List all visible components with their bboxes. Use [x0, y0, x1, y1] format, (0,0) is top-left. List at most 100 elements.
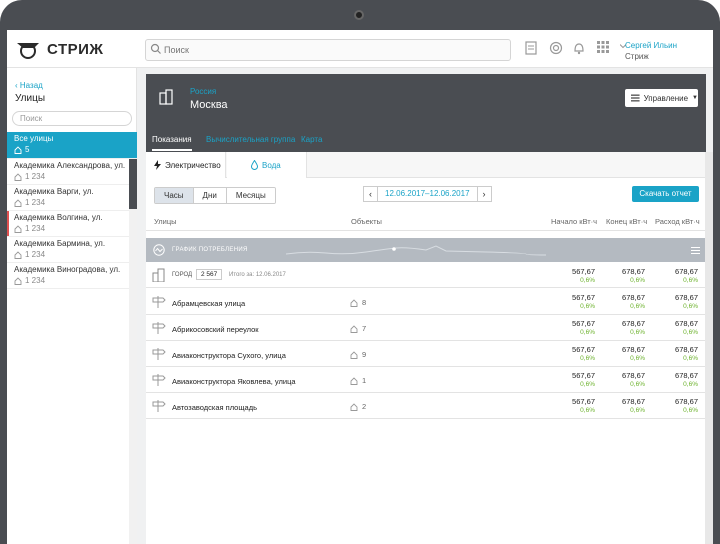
app-screen: СТРИЖ Сергей Ильин Стриж ‹ Назад Улицы П… — [7, 30, 713, 544]
caret-down-icon: ▼ — [692, 95, 698, 101]
row-start-cell: 567,67 0,6% — [555, 397, 595, 415]
sidebar-item-street[interactable]: Академика Варги, ул. 1 234 — [7, 185, 137, 211]
sidebar-item-label: Академика Волгина, ул. — [14, 213, 103, 222]
start-percent: 0,6% — [580, 329, 595, 336]
col-consumption[interactable]: Расход кВт·ч — [655, 217, 700, 226]
table-row[interactable]: Авиаконструктора Сухого, улица 9 567,67 0… — [146, 341, 706, 367]
end-value: 678,67 — [622, 371, 645, 380]
tab-map[interactable]: Карта — [301, 135, 322, 144]
global-search[interactable] — [145, 39, 511, 61]
col-streets[interactable]: Улицы — [154, 217, 177, 226]
tab-water[interactable]: Вода — [227, 152, 307, 178]
region-breadcrumb[interactable]: Россия — [190, 87, 216, 96]
start-value: 567,67 — [572, 319, 595, 328]
sidebar-scrollbar[interactable] — [129, 159, 137, 544]
main-panel: Россия Москва Управление ▼ Показания Выч… — [137, 68, 713, 544]
sidebar-item-street[interactable]: Академика Волгина, ул. 1 234 — [7, 211, 137, 237]
table-row[interactable]: Авиаконструктора Яковлева, улица 1 567,6… — [146, 367, 706, 393]
download-report-button[interactable]: Скачать отчет — [632, 186, 699, 202]
sidebar-item-all-streets[interactable]: Все улицы 5 — [7, 132, 137, 159]
sidebar-search-input[interactable]: Поиск — [12, 111, 132, 126]
main-scrollbar[interactable] — [705, 152, 713, 544]
row-consumption-cell: 678,67 0,6% — [658, 319, 698, 337]
start-value: 567,67 — [572, 267, 595, 276]
user-org: Стриж — [625, 52, 649, 61]
back-link[interactable]: ‹ Назад — [15, 81, 43, 90]
col-start[interactable]: Начало кВт·ч — [551, 217, 597, 226]
end-percent: 0,6% — [630, 277, 645, 284]
start-percent: 0,6% — [580, 303, 595, 310]
start-percent: 0,6% — [580, 381, 595, 388]
tab-readings[interactable]: Показания — [152, 135, 192, 151]
signpost-icon — [152, 400, 166, 412]
city-start-cell: 567,67 0,6% — [555, 267, 595, 285]
date-range-value[interactable]: 12.06.2017–12.06.2017 — [378, 186, 477, 202]
sidebar-title: Улицы — [15, 93, 46, 104]
prev-date-button[interactable]: ‹ — [363, 186, 378, 202]
row-end-cell: 678,67 0,6% — [605, 397, 645, 415]
house-icon — [14, 145, 22, 154]
period-selector: Часы Дни Месяцы — [154, 187, 276, 204]
table-row[interactable]: Абрикосовский переулок 7 567,67 0,6% 678,… — [146, 315, 706, 341]
row-end-cell: 678,67 0,6% — [605, 319, 645, 337]
row-objects-count: 7 — [362, 324, 367, 333]
row-end-cell: 678,67 0,6% — [605, 371, 645, 389]
house-icon — [14, 198, 22, 207]
management-dropdown[interactable]: Управление ▼ — [625, 89, 698, 107]
col-end[interactable]: Конец кВт·ч — [606, 217, 647, 226]
hamburger-icon[interactable] — [691, 247, 700, 254]
start-percent: 0,6% — [580, 355, 595, 362]
sidebar-item-label: Академика Александрова, ул. — [14, 161, 126, 170]
end-value: 678,67 — [622, 267, 645, 276]
search-icon — [150, 43, 161, 54]
row-street-name: Абрикосовский переулок — [172, 325, 259, 334]
next-date-button[interactable]: › — [476, 186, 492, 202]
tab-compute-group[interactable]: Вычислительная группа — [206, 135, 295, 144]
sidebar-scrollbar-thumb[interactable] — [129, 159, 137, 209]
table-row[interactable]: Абрамцевская улица 8 567,67 0,6% 678,67 0,… — [146, 289, 706, 315]
city-buildings-icon — [152, 268, 165, 282]
signal-icon[interactable] — [549, 41, 563, 55]
row-objects-count: 2 — [362, 402, 367, 411]
report-icon[interactable] — [525, 41, 537, 55]
row-street-name: Абрамцевская улица — [172, 299, 246, 308]
table-row[interactable]: Автозаводская площадь 2 567,67 0,6% 678,6… — [146, 393, 706, 419]
signpost-icon — [152, 296, 166, 308]
sidebar-item-street[interactable]: Академика Александрова, ул. 1 234 — [7, 159, 137, 185]
consumption-percent: 0,6% — [683, 277, 698, 284]
search-input[interactable] — [164, 42, 494, 58]
period-days-button[interactable]: Дни — [193, 188, 227, 203]
period-hours-button[interactable]: Часы — [155, 188, 194, 203]
tab-electricity[interactable]: Электричество — [146, 152, 226, 178]
end-percent: 0,6% — [630, 407, 645, 414]
row-objects-count: 1 — [362, 376, 367, 385]
house-icon — [350, 402, 358, 411]
user-menu[interactable]: Сергей Ильин Стриж — [625, 40, 677, 62]
readings-content: Электричество Вода Часы Дни Месяцы ‹ 12.… — [146, 152, 706, 544]
consumption-value: 678,67 — [675, 345, 698, 354]
consumption-percent: 0,6% — [683, 355, 698, 362]
row-start-cell: 567,67 0,6% — [555, 345, 595, 363]
sidebar-item-street[interactable]: Академика Бармина, ул. 1 234 — [7, 237, 137, 263]
apps-grid-icon[interactable] — [597, 41, 609, 53]
bell-icon[interactable] — [573, 41, 585, 55]
logo-text: СТРИЖ — [47, 40, 104, 58]
house-icon — [14, 276, 22, 285]
consumption-percent: 0,6% — [683, 329, 698, 336]
row-start-cell: 567,67 0,6% — [555, 371, 595, 389]
end-value: 678,67 — [622, 293, 645, 302]
sidebar-item-street[interactable]: Академика Виноградова, ул. 1 234 — [7, 263, 137, 289]
consumption-graph-bar[interactable]: ГРАФИК ПОТРЕБЛЕНИЯ — [146, 238, 706, 262]
col-objects[interactable]: Объекты — [351, 217, 382, 226]
row-objects-count: 8 — [362, 298, 367, 307]
section-tabs: Показания Вычислительная группа Карта — [146, 130, 706, 152]
start-value: 567,67 — [572, 397, 595, 406]
city-total-date: Итого за: 12.06.2017 — [229, 272, 286, 278]
logo[interactable]: СТРИЖ — [15, 38, 103, 60]
user-name: Сергей Ильин — [625, 41, 678, 50]
resource-tabs: Электричество Вода — [146, 152, 706, 178]
period-months-button[interactable]: Месяцы — [226, 188, 275, 203]
house-icon — [350, 324, 358, 333]
chart-wave-icon — [153, 244, 165, 256]
row-consumption-cell: 678,67 0,6% — [658, 371, 698, 389]
